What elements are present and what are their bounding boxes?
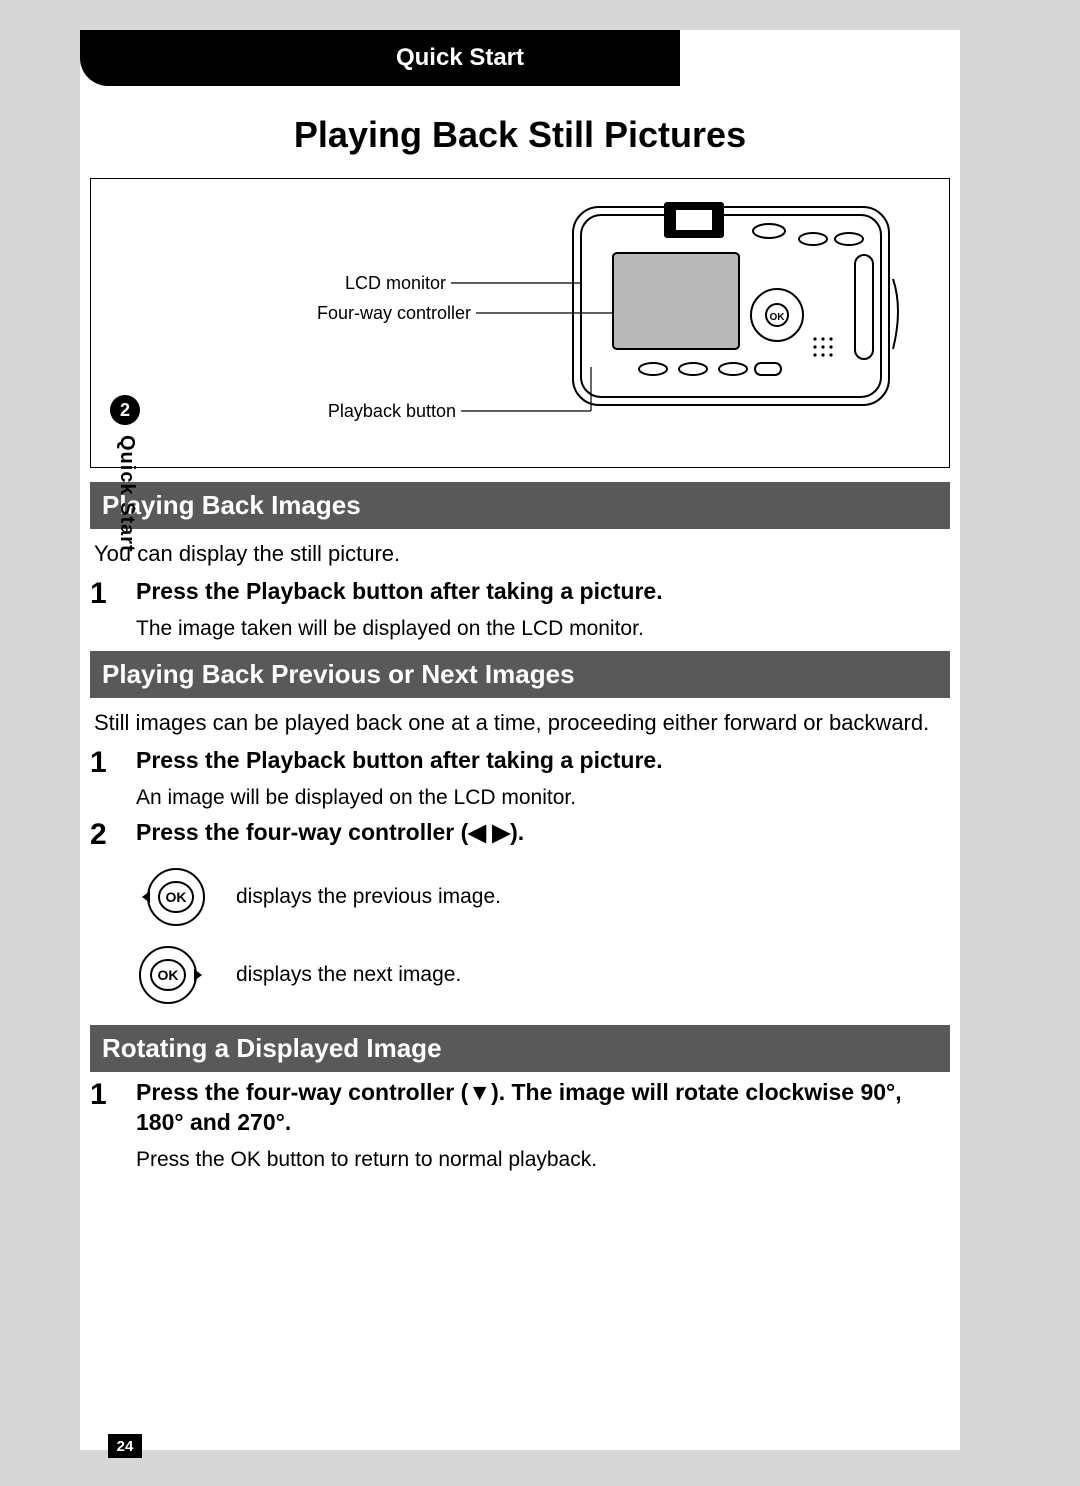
- step-desc: An image will be displayed on the LCD mo…: [136, 784, 950, 812]
- topbar-corner: [80, 30, 250, 86]
- section-heading-prev-next: Playing Back Previous or Next Images: [90, 651, 950, 698]
- step-number: 2: [90, 818, 136, 851]
- section1-step-1: 1 Press the Playback button after taking…: [90, 577, 950, 643]
- step-number: 1: [90, 1078, 136, 1174]
- ok-right-icon: OK: [136, 943, 208, 1007]
- content: LCD monitor Four-way controller Playback…: [80, 178, 960, 1174]
- step-number: 1: [90, 746, 136, 812]
- step-title: Press the Playback button after taking a…: [136, 746, 950, 776]
- svg-text:OK: OK: [166, 889, 187, 905]
- ok-left-row: OK displays the previous image.: [136, 865, 950, 929]
- page-title: Playing Back Still Pictures: [80, 114, 960, 156]
- camera-icon: OK: [555, 189, 925, 419]
- page: 2 Quick Start 24 Quick Start Playing Bac…: [80, 30, 960, 1450]
- page-number: 24: [108, 1434, 142, 1458]
- section-heading-playing-back-images: Playing Back Images: [90, 482, 950, 529]
- section2-step-1: 1 Press the Playback button after taking…: [90, 746, 950, 812]
- ok-right-row: OK displays the next image.: [136, 943, 950, 1007]
- section2-step-2: 2 Press the four-way controller (◀ ▶).: [90, 818, 950, 851]
- step-title: Press the four-way controller (◀ ▶).: [136, 818, 950, 848]
- step-title: Press the four-way controller (▼). The i…: [136, 1078, 950, 1138]
- section1-intro: You can display the still picture.: [94, 539, 946, 569]
- svg-text:OK: OK: [158, 967, 179, 983]
- step-number: 1: [90, 577, 136, 643]
- next-image-text: displays the next image.: [236, 963, 461, 987]
- svg-text:OK: OK: [770, 312, 786, 323]
- step-title: Press the Playback button after taking a…: [136, 577, 950, 607]
- section2-intro: Still images can be played back one at a…: [94, 708, 946, 738]
- step-desc: The image taken will be displayed on the…: [136, 615, 950, 643]
- section-heading-rotating: Rotating a Displayed Image: [90, 1025, 950, 1072]
- prev-image-text: displays the previous image.: [236, 885, 501, 909]
- section3-step-1: 1 Press the four-way controller (▼). The…: [90, 1078, 950, 1174]
- topbar-label: Quick Start: [240, 30, 680, 86]
- top-bar: Quick Start: [80, 30, 960, 86]
- step-desc: Press the OK button to return to normal …: [136, 1146, 950, 1174]
- ok-left-icon: OK: [136, 865, 208, 929]
- camera-diagram: LCD monitor Four-way controller Playback…: [90, 178, 950, 468]
